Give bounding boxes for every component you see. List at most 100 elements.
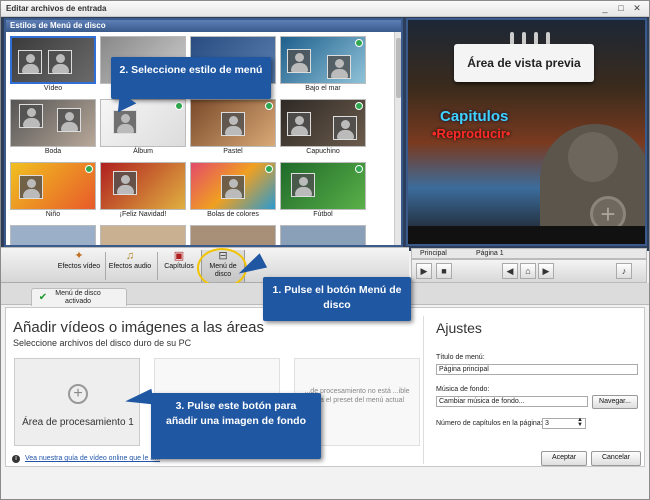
toolbar-button-label: Efectos audio xyxy=(108,263,152,270)
style-thumb-image xyxy=(190,99,276,147)
minimize-icon[interactable]: _ xyxy=(599,3,611,14)
add-media-heading: Añadir vídeos o imágenes a las áreas xyxy=(13,319,264,336)
style-thumb-partial[interactable] xyxy=(100,225,186,245)
browse-button[interactable]: Navegar... xyxy=(592,395,638,409)
video-effects-button[interactable]: ✦ Efectos vídeo xyxy=(55,250,103,282)
placeholder-icon xyxy=(333,116,357,140)
style-thumb-pastel[interactable]: Pastel xyxy=(190,99,276,157)
menu-content-panel: Añadir vídeos o imágenes a las áreas Sel… xyxy=(5,307,645,467)
style-thumb-image xyxy=(280,99,366,147)
new-badge-icon xyxy=(175,102,183,110)
menu-title-field[interactable]: Página principal xyxy=(436,364,638,375)
style-thumb-capuchino[interactable]: Capuchino xyxy=(280,99,366,157)
toolbar-separator xyxy=(105,252,106,280)
style-thumb-label: Boda xyxy=(44,148,62,155)
add-plus-icon: + xyxy=(68,384,88,404)
style-thumb-boda[interactable]: Boda xyxy=(10,99,96,157)
chapters-icon: ▣ xyxy=(173,250,185,262)
callout-step-3: 3. Pulse este botón para añadir una imag… xyxy=(151,393,321,459)
preview-scene: Área de vista previa Capitulos •Reproduc… xyxy=(408,20,645,244)
preview-chapters-caption: Capitulos xyxy=(440,108,509,125)
style-thumb-label: Fútbol xyxy=(313,211,333,218)
preview-play-caption: •Reproducir• xyxy=(432,126,511,141)
style-thumb-label: Vídeo xyxy=(43,85,63,92)
toolbar-button-label: Capítulos xyxy=(164,263,194,270)
styles-scrollbar[interactable] xyxy=(394,32,401,245)
style-thumb-partial[interactable] xyxy=(10,225,96,245)
preview-tab-page1[interactable]: Página 1 xyxy=(470,249,504,259)
play-icon[interactable]: ▶ xyxy=(416,263,432,279)
style-thumb-image xyxy=(10,36,96,84)
style-thumb-label: Capuchino xyxy=(306,148,340,155)
style-thumb-feliz-navidad[interactable]: ¡Feliz Navidad! xyxy=(100,162,186,220)
style-thumb-nino[interactable]: Niño xyxy=(10,162,96,220)
close-icon[interactable]: ✕ xyxy=(631,3,643,14)
style-thumb-label: Bolas de colores xyxy=(207,211,259,218)
video-guide-link[interactable]: i Vea nuestra guía de vídeo online que l… xyxy=(12,455,160,463)
maximize-icon[interactable]: □ xyxy=(615,3,627,14)
volume-icon[interactable]: ♪ xyxy=(616,263,632,279)
stop-icon[interactable]: ■ xyxy=(436,263,452,279)
new-badge-icon xyxy=(355,102,363,110)
home-icon[interactable]: ⌂ xyxy=(520,263,536,279)
cancel-button[interactable]: Cancelar xyxy=(591,451,641,466)
toolbar-button-label: Efectos vídeo xyxy=(57,263,101,270)
style-thumb-image xyxy=(280,162,366,210)
preview-area-note: Área de vista previa xyxy=(454,44,594,82)
new-badge-icon xyxy=(85,165,93,173)
info-icon: i xyxy=(12,455,20,463)
fx-icon: ✦ xyxy=(74,250,84,262)
style-thumb-partial[interactable] xyxy=(190,225,276,245)
placeholder-icon xyxy=(57,108,81,132)
placeholder-icon xyxy=(287,112,311,136)
disc-menu-enabled-tab[interactable]: ✔ Menú de disco activado xyxy=(31,288,127,306)
title-bar: Editar archivos de entrada _ □ ✕ xyxy=(1,1,649,17)
stepper-arrows-icon[interactable]: ▲ ▼ xyxy=(577,417,583,428)
style-thumb-label: Álbum xyxy=(133,148,153,155)
checkmark-icon: ✔ xyxy=(38,292,48,303)
background-music-field[interactable]: Cambiar música de fondo... xyxy=(436,396,588,407)
style-thumb-futbol[interactable]: Fútbol xyxy=(280,162,366,220)
menu-styles-panel: Estilos de Menú de disco Vídeo Bajo el m… xyxy=(4,18,403,247)
styles-panel-header: Estilos de Menú de disco xyxy=(6,20,401,32)
processing-area-1[interactable]: + Área de procesamiento 1 xyxy=(14,358,140,446)
style-thumb-image xyxy=(10,162,96,210)
placeholder-icon xyxy=(221,175,245,199)
style-thumb-partial[interactable] xyxy=(280,225,366,245)
window-title: Editar archivos de entrada xyxy=(6,4,107,13)
style-thumb-image xyxy=(280,225,366,245)
placeholder-icon xyxy=(287,49,311,73)
style-thumb-bolas-de-colores[interactable]: Bolas de colores xyxy=(190,162,276,220)
chapters-per-page-stepper[interactable]: 3 ▲ ▼ xyxy=(542,417,586,429)
placeholder-icon xyxy=(19,104,43,128)
preview-bottom-strip xyxy=(408,226,645,244)
new-badge-icon xyxy=(355,39,363,47)
preview-tab-main[interactable]: Principal xyxy=(414,249,447,259)
toolbar-separator xyxy=(157,252,158,280)
next-page-icon[interactable]: ▶ xyxy=(538,263,554,279)
audio-fx-icon: ♫ xyxy=(125,250,135,262)
style-thumb-label: Niño xyxy=(45,211,61,218)
placeholder-icon xyxy=(221,112,245,136)
style-thumb-bajo-el-mar[interactable]: Bajo el mar xyxy=(280,36,366,94)
video-guide-text[interactable]: Vea nuestra guía de vídeo online que le … xyxy=(25,455,160,462)
settings-title: Ajustes xyxy=(436,320,482,336)
audio-effects-button[interactable]: ♫ Efectos audio xyxy=(107,250,153,282)
style-thumb-label: Bajo el mar xyxy=(305,85,341,92)
chapters-per-page-value: 3 xyxy=(545,420,549,427)
prev-page-icon[interactable]: ◀ xyxy=(502,263,518,279)
style-thumb-video[interactable]: Vídeo xyxy=(10,36,96,94)
preview-panel: Área de vista previa Capitulos •Reproduc… xyxy=(406,18,647,246)
style-thumb-label: Pastel xyxy=(223,148,243,155)
scrollbar-thumb[interactable] xyxy=(396,38,401,98)
accept-button[interactable]: Aceptar xyxy=(541,451,587,466)
style-thumb-label: ¡Feliz Navidad! xyxy=(119,211,167,218)
style-thumb-image xyxy=(10,225,96,245)
background-music-label: Música de fondo: xyxy=(436,386,490,393)
add-media-subheading: Seleccione archivos del disco duro de su… xyxy=(13,338,192,348)
processing-area-label: Área de procesamiento 1 xyxy=(22,417,134,428)
placeholder-icon xyxy=(113,171,137,195)
chapters-button[interactable]: ▣ Capítulos xyxy=(161,250,197,282)
placeholder-icon xyxy=(291,173,315,197)
callout-step-2: 2. Seleccione estilo de menú xyxy=(111,57,271,99)
